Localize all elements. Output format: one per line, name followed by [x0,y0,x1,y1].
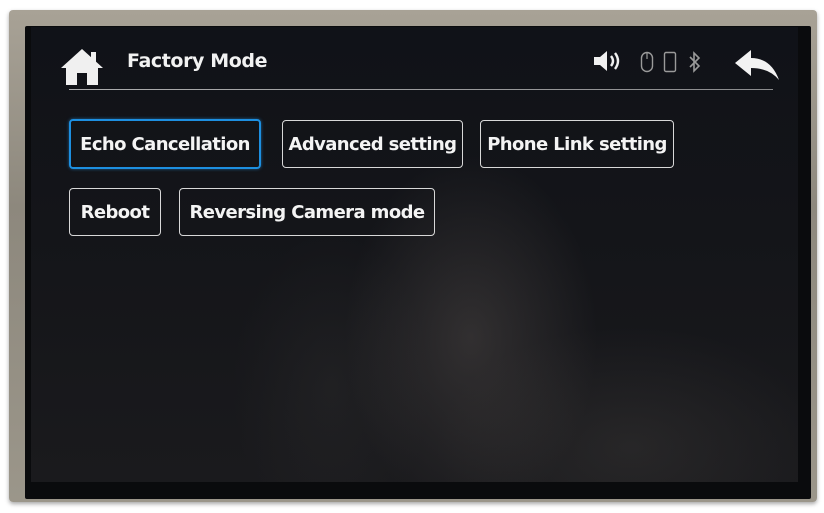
home-icon[interactable] [59,47,105,87]
screen: Factory Mode Echo Cancellation Advanced [31,27,798,482]
bluetooth-icon [689,51,701,73]
phone-icon [663,51,677,73]
page-title: Factory Mode [127,50,268,72]
advanced-setting-button[interactable]: Advanced setting [282,120,463,168]
volume-icon [594,51,620,71]
reboot-button[interactable]: Reboot [69,188,161,236]
header-bar: Factory Mode [31,27,798,93]
header-divider [69,89,773,90]
mouse-icon [640,51,654,73]
back-arrow-icon[interactable] [731,47,783,83]
echo-cancellation-button[interactable]: Echo Cancellation [69,119,261,169]
phone-link-setting-button[interactable]: Phone Link setting [480,120,674,168]
reversing-camera-mode-button[interactable]: Reversing Camera mode [179,188,435,236]
